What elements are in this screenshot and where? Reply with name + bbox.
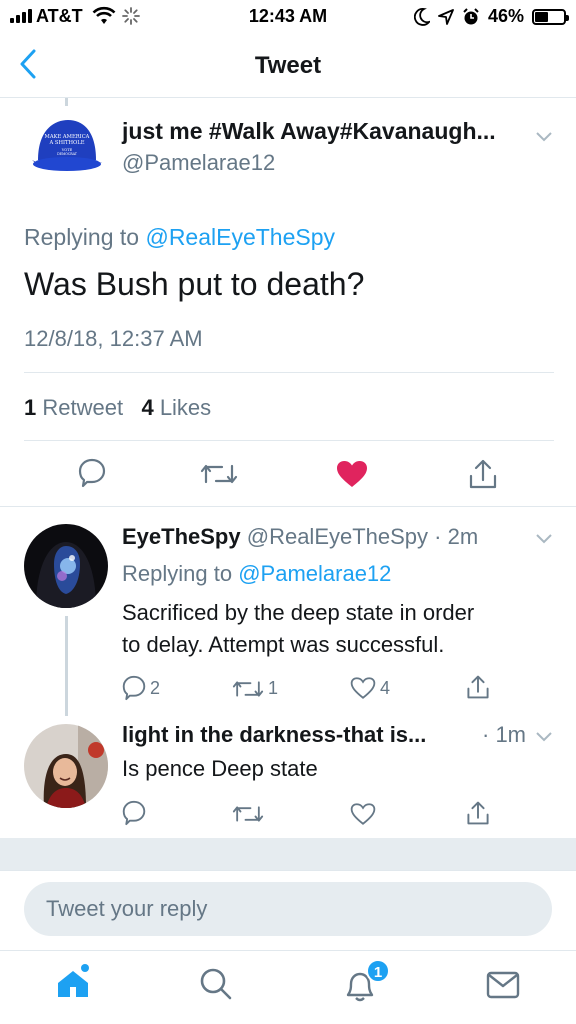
heart-icon[interactable] bbox=[350, 802, 376, 831]
reply-icon[interactable] bbox=[122, 800, 146, 831]
reply-header: EyeTheSpy @RealEyeTheSpy · 2m bbox=[122, 524, 478, 550]
heart-filled-icon[interactable] bbox=[336, 460, 368, 493]
divider bbox=[0, 506, 576, 507]
messages-icon[interactable] bbox=[486, 971, 520, 1004]
battery-percent: 46% bbox=[487, 6, 524, 26]
author-name[interactable]: light in the darkness-that is... bbox=[122, 722, 426, 747]
author-name[interactable]: just me #Walk Away#Kavanaugh... bbox=[122, 118, 496, 145]
search-icon[interactable] bbox=[199, 967, 233, 1006]
chevron-down-icon[interactable] bbox=[535, 532, 553, 550]
likes-stat[interactable]: 4 Likes bbox=[141, 395, 211, 420]
replying-to-link[interactable]: @RealEyeTheSpy bbox=[145, 224, 335, 250]
nav-header: Tweet bbox=[0, 34, 576, 98]
moon-icon bbox=[413, 7, 430, 26]
reply-header: light in the darkness-that is... bbox=[122, 722, 426, 748]
avatar[interactable]: MAKE AMERICA A SHITHOLE VOTE DEMOCRAT bbox=[24, 106, 108, 190]
reply-input[interactable]: Tweet your reply bbox=[24, 882, 552, 936]
notifications-badge: 1 bbox=[366, 959, 390, 983]
author-handle[interactable]: @RealEyeTheSpy bbox=[247, 524, 428, 549]
divider bbox=[24, 372, 554, 373]
reply-text: Sacrificed by the deep state in order to… bbox=[122, 600, 475, 657]
heart-icon[interactable] bbox=[350, 676, 376, 700]
avatar[interactable] bbox=[24, 724, 108, 808]
svg-text:A SHITHOLE: A SHITHOLE bbox=[49, 140, 85, 146]
tweet-timestamp: 12/8/18, 12:37 AM bbox=[24, 326, 203, 351]
home-icon[interactable] bbox=[54, 963, 94, 1006]
share-icon[interactable] bbox=[466, 674, 490, 705]
retweet-icon[interactable] bbox=[200, 462, 238, 491]
retweet-action[interactable]: 1 bbox=[232, 678, 278, 699]
retweet-stat[interactable]: 1 Retweet bbox=[24, 395, 123, 420]
share-icon[interactable] bbox=[466, 800, 490, 831]
retweet-count: 1 bbox=[268, 678, 279, 698]
replying-prefix: Replying to bbox=[24, 224, 140, 250]
like-count: 4 bbox=[380, 677, 391, 698]
like-action[interactable]: 4 bbox=[350, 676, 390, 700]
battery-icon bbox=[532, 8, 569, 25]
chevron-down-icon[interactable] bbox=[535, 130, 553, 148]
reply-time: · 2m bbox=[434, 524, 479, 549]
retweet-icon[interactable] bbox=[232, 679, 264, 699]
location-arrow-icon bbox=[438, 8, 454, 25]
avatar[interactable] bbox=[24, 524, 108, 608]
author-name[interactable]: EyeTheSpy bbox=[122, 524, 241, 549]
chevron-down-icon[interactable] bbox=[535, 730, 553, 748]
status-bar: AT&T 12:43 AM 46% bbox=[0, 0, 576, 34]
reply-text: Is pence Deep state bbox=[122, 756, 318, 781]
divider bbox=[24, 440, 554, 441]
reply-action[interactable]: 2 bbox=[122, 675, 160, 701]
replying-to-link[interactable]: @Pamelarae12 bbox=[238, 561, 391, 586]
reply-time: · 1m bbox=[482, 722, 526, 747]
replying-to-line: Replying to @Pamelarae12 bbox=[122, 561, 392, 586]
tab-bar: 1 bbox=[0, 950, 576, 1024]
section-separator bbox=[0, 838, 576, 870]
tweet-text: Was Bush put to death? bbox=[24, 266, 365, 302]
page-title: Tweet bbox=[254, 52, 322, 79]
thread-line bbox=[65, 616, 68, 716]
divider bbox=[0, 870, 576, 871]
replying-to-line: Replying to @RealEyeTheSpy bbox=[24, 224, 335, 251]
thread-line bbox=[65, 98, 68, 106]
alarm-icon bbox=[463, 7, 479, 24]
reply-icon[interactable] bbox=[122, 675, 146, 701]
svg-text:DEMOCRAT: DEMOCRAT bbox=[57, 152, 78, 156]
share-icon[interactable] bbox=[468, 458, 498, 495]
reply-icon[interactable] bbox=[78, 458, 106, 493]
reply-count: 2 bbox=[150, 677, 161, 698]
status-right: 46% bbox=[413, 6, 569, 27]
tweet-stats: 1 Retweet 4 Likes bbox=[24, 395, 211, 421]
author-handle[interactable]: @Pamelarae12 bbox=[122, 150, 275, 176]
retweet-icon[interactable] bbox=[232, 804, 264, 829]
